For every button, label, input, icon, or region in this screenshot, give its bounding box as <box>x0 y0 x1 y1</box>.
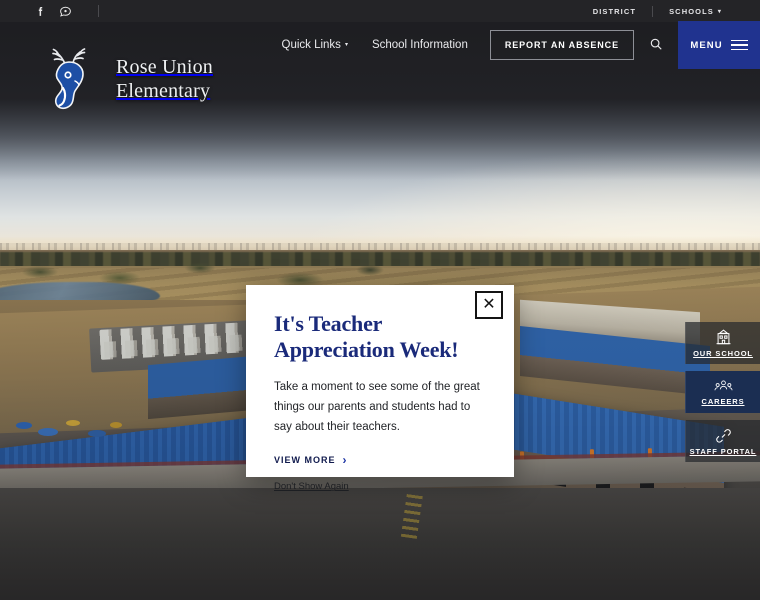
search-button[interactable] <box>634 22 678 68</box>
chevron-down-icon: ▾ <box>344 42 348 49</box>
people-group-icon <box>714 379 733 394</box>
side-tab-careers-label: CAREERS <box>701 396 745 406</box>
side-tab-careers[interactable]: CAREERS <box>685 371 760 413</box>
peachjar-chat-icon[interactable] <box>59 5 72 18</box>
nav-school-information[interactable]: School Information <box>360 39 480 51</box>
utility-link-schools-label: SCHOOLS <box>669 6 714 16</box>
chevron-down-icon: ▾ <box>717 9 722 16</box>
announcement-modal: It's Teacher Appreciation Week! Take a m… <box>246 285 514 492</box>
page-root: DISTRICT SCHOOLS ▾ Quick Links ▾ School In… <box>0 0 760 600</box>
site-title-line1: Rose Union <box>116 55 213 78</box>
hamburger-icon <box>730 39 748 51</box>
side-tab-staff-portal-label: STAFF PORTAL <box>689 446 757 456</box>
nav-school-information-label: School Information <box>371 39 468 51</box>
utility-link-schools[interactable]: SCHOOLS ▾ <box>653 7 738 16</box>
utility-right-links: DISTRICT SCHOOLS ▾ <box>577 5 738 17</box>
buck-mascot-logo-icon <box>44 48 98 110</box>
site-title: Rose Union Elementary <box>116 55 213 104</box>
facebook-icon[interactable] <box>34 5 47 18</box>
report-absence-button[interactable]: REPORT AN ABSENCE <box>489 30 634 60</box>
chevron-right-icon: › <box>342 453 348 468</box>
school-building-icon <box>714 329 733 346</box>
side-tab-our-school-label: OUR SCHOOL <box>693 348 753 358</box>
utility-link-district[interactable]: DISTRICT <box>577 7 652 16</box>
modal-view-more-label: VIEW MORE <box>274 455 336 466</box>
utility-divider <box>98 5 99 17</box>
nav-quick-links-label: Quick Links <box>281 39 341 51</box>
utility-link-district-label: DISTRICT <box>592 6 637 16</box>
social-links <box>34 5 99 18</box>
modal-title: It's Teacher Appreciation Week! <box>274 311 459 362</box>
site-logo[interactable]: Rose Union Elementary <box>44 48 213 110</box>
chain-link-icon <box>714 427 733 444</box>
nav-quick-links[interactable]: Quick Links ▾ <box>270 39 360 51</box>
side-tab-staff-portal[interactable]: STAFF PORTAL <box>685 420 760 462</box>
menu-button[interactable]: MENU <box>678 21 760 69</box>
side-tab-our-school[interactable]: OUR SCHOOL <box>685 322 760 364</box>
side-quick-tabs: OUR SCHOOL CAREERS STAFF PORTAL <box>685 322 760 462</box>
modal-close-button[interactable]: ✕ <box>475 291 503 319</box>
utility-bar: DISTRICT SCHOOLS ▾ <box>0 0 760 22</box>
menu-button-label: MENU <box>690 39 723 51</box>
site-title-line2: Elementary <box>116 80 211 102</box>
modal-view-more-link[interactable]: VIEW MORE › <box>274 454 348 466</box>
search-icon <box>649 37 663 54</box>
modal-body-text: Take a moment to see some of the great t… <box>274 381 480 433</box>
modal-dont-show-again-link[interactable]: Don't Show Again <box>274 481 486 492</box>
